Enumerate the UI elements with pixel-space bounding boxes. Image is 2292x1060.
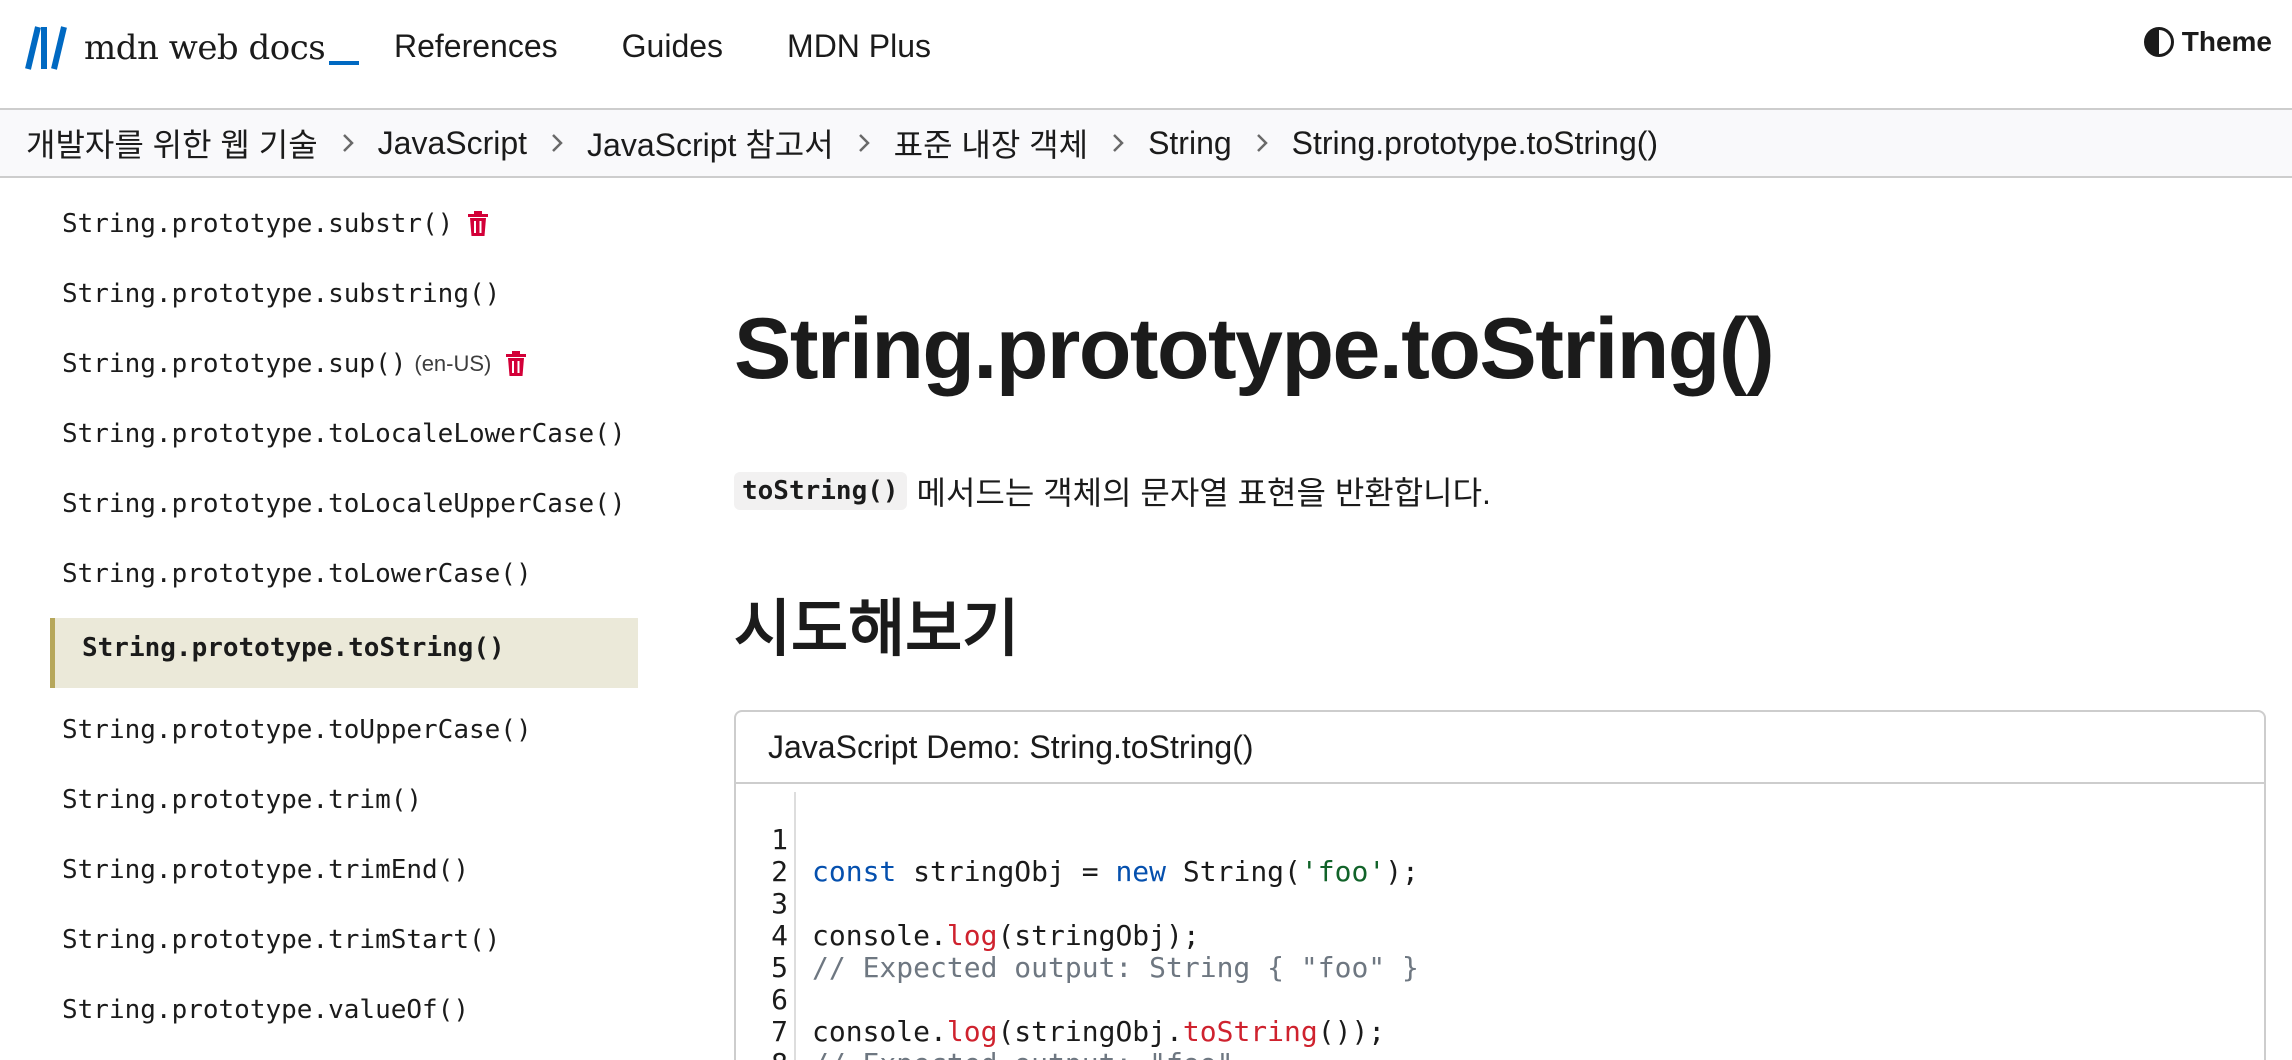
theme-button[interactable]: Theme (2143, 26, 2272, 58)
theme-contrast-icon (2143, 27, 2174, 57)
sidebar-item-label: String.prototype.toLocaleUpperCase() (62, 489, 626, 519)
code-token: log (946, 1015, 998, 1048)
code-line: 1 const stringObj = new String('foo'); (736, 792, 1419, 888)
sidebar-item-label: String.prototype.toUpperCase() (62, 715, 532, 745)
sidebar-item-label: String.prototype.toLocaleLowerCase() (62, 419, 626, 449)
code-line: 2 (736, 824, 837, 888)
code-token: ); (1385, 855, 1419, 888)
breadcrumb-current[interactable]: String.prototype.toString() (1292, 125, 1658, 162)
sidebar-item-label: String.prototype.substring() (62, 279, 501, 309)
sidebar-item-label: String.prototype.trimEnd() (62, 855, 469, 885)
sidebar-item-sup[interactable]: String.prototype.sup() (en-US) (62, 344, 527, 384)
code-token: (stringObj. (997, 1015, 1183, 1048)
sidebar-item-touppercase[interactable]: String.prototype.toUpperCase() (62, 710, 532, 750)
sidebar-item-trimend[interactable]: String.prototype.trimEnd() (62, 850, 469, 890)
page-title: String.prototype.toString() (734, 301, 1775, 397)
sidebar-item-label: String.prototype.toString() (82, 633, 505, 663)
code-token: new (1115, 855, 1167, 888)
locale-badge: (en-US) (414, 351, 492, 376)
intro-text: 메서드는 객체의 문자열 표현을 반환합니다. (916, 475, 1491, 511)
sidebar-item-tolowercase[interactable]: String.prototype.toLowerCase() (62, 554, 532, 594)
chevron-right-icon (1232, 132, 1292, 154)
sidebar-item-label: String.prototype.toLowerCase() (62, 559, 532, 589)
sidebar-item-label: String.prototype.substr() (62, 209, 454, 239)
code-token: log (946, 919, 998, 952)
breadcrumb-link[interactable]: 표준 내장 객체 (894, 120, 1088, 166)
interactive-demo: JavaScript Demo: String.toString() 1 con… (734, 710, 2266, 1060)
demo-title: JavaScript Demo: String.toString() (736, 712, 2264, 784)
nav-guides[interactable]: Guides (622, 22, 723, 70)
code-comment: // Expected output: "foo" (812, 1048, 1233, 1060)
logo-underscore (329, 61, 360, 65)
breadcrumb: 개발자를 위한 웹 기술 JavaScript JavaScript 참고서 표… (26, 122, 1658, 164)
breadcrumb-link[interactable]: String (1148, 125, 1232, 162)
code-token: ()); (1317, 1015, 1386, 1048)
code-line: 3 console.log(stringObj); (736, 856, 1200, 952)
code-token: (stringObj); (997, 919, 1200, 952)
trash-icon (468, 211, 489, 236)
theme-label: Theme (2181, 26, 2272, 57)
breadcrumb-link[interactable]: 개발자를 위한 웹 기술 (26, 120, 318, 166)
breadcrumb-link[interactable]: JavaScript 참고서 (587, 120, 834, 166)
mdn-logo-link[interactable]: mdn web docs (24, 24, 360, 72)
intro-paragraph: toString() 메서드는 객체의 문자열 표현을 반환합니다. (734, 468, 1491, 514)
sidebar-item-label: String.prototype.valueOf() (62, 995, 469, 1025)
sidebar-item-trim[interactable]: String.prototype.trim() (62, 780, 422, 820)
sidebar: String.prototype.substr() String.prototy… (0, 180, 640, 1060)
chevron-right-icon (1088, 132, 1148, 154)
code-line: 5 (736, 920, 837, 984)
sidebar-item-label: String.prototype.sup() (62, 349, 407, 379)
sidebar-item-tostring-active[interactable]: String.prototype.toString() (50, 618, 638, 688)
code-line: 4 // Expected output: String { "foo" } (736, 888, 1419, 984)
code-line: 7 // Expected output: "foo" (736, 984, 1233, 1060)
trash-icon (506, 351, 527, 376)
code-line: 8 (736, 1016, 837, 1060)
sidebar-item-substring[interactable]: String.prototype.substring() (62, 274, 500, 314)
sidebar-item-tolocaleuppercase[interactable]: String.prototype.toLocaleUpperCase() (62, 484, 626, 524)
sidebar-item-label: String.prototype.trim() (62, 785, 423, 815)
top-navigation: mdn web docs References Guides MDN Plus … (0, 0, 2292, 110)
main-nav: References Guides MDN Plus (394, 22, 931, 70)
chevron-right-icon (318, 132, 378, 154)
sidebar-item-substr[interactable]: String.prototype.substr() (62, 204, 489, 244)
logo-text: mdn web docs (84, 28, 326, 68)
breadcrumb-bar: 개발자를 위한 웹 기술 JavaScript JavaScript 참고서 표… (0, 110, 2292, 178)
mdn-logo-icon (25, 26, 67, 70)
code-token: toString (1182, 1015, 1318, 1048)
code-token: 'foo' (1300, 855, 1386, 888)
sidebar-item-trimstart[interactable]: String.prototype.trimStart() (62, 920, 500, 960)
breadcrumb-link[interactable]: JavaScript (378, 125, 527, 162)
sidebar-item-tolocalelowercase[interactable]: String.prototype.toLocaleLowerCase() (62, 414, 626, 454)
section-heading-try-it: 시도해보기 (734, 595, 1020, 664)
code-token: String( (1166, 855, 1301, 888)
sidebar-item-label: String.prototype.trimStart() (62, 925, 501, 955)
chevron-right-icon (834, 132, 894, 154)
line-number: 8 (736, 1048, 788, 1060)
code-token: stringObj = (896, 855, 1116, 888)
chevron-right-icon (527, 132, 587, 154)
code-line: 6 console.log(stringObj.toString()); (736, 952, 1385, 1048)
nav-references[interactable]: References (394, 22, 558, 70)
inline-code: toString() (734, 472, 907, 510)
sidebar-item-valueof[interactable]: String.prototype.valueOf() (62, 990, 469, 1030)
code-comment: // Expected output: String { "foo" } (812, 951, 1419, 984)
nav-mdn-plus[interactable]: MDN Plus (787, 22, 931, 70)
